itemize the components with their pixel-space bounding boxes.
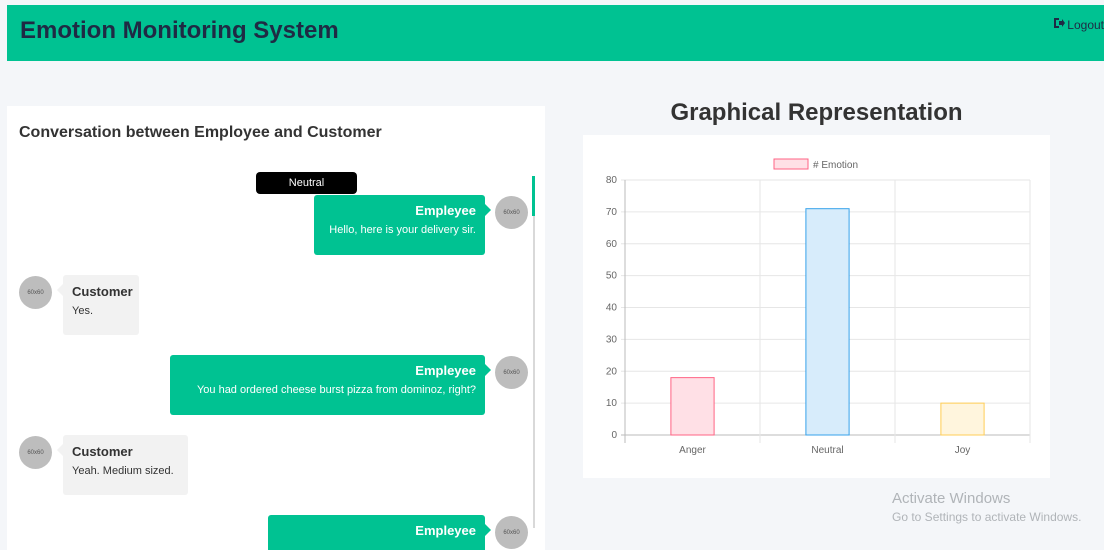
legend-swatch bbox=[773, 158, 809, 170]
bar bbox=[670, 377, 715, 436]
logout-icon bbox=[1053, 17, 1066, 32]
graph-heading: Graphical Representation bbox=[670, 99, 963, 126]
message-employee: Empleyee You had ordered cheese burst pi… bbox=[170, 355, 491, 415]
watermark-line1: Activate Windows bbox=[892, 490, 1011, 507]
avatar: 60x60 bbox=[495, 516, 528, 549]
bar bbox=[805, 208, 850, 436]
message-sender: Empleyee bbox=[415, 523, 476, 538]
y-tick-label: 50 bbox=[606, 271, 618, 282]
app-title: Emotion Monitoring System bbox=[20, 17, 339, 44]
activate-windows-watermark: Activate Windows Go to Settings to activ… bbox=[892, 490, 1081, 524]
legend-label: # Emotion bbox=[813, 160, 858, 171]
message-employee: Empleyee bbox=[268, 515, 491, 550]
bar bbox=[940, 402, 985, 436]
emotion-chart: 0 10 20 30 40 50 60 70 80 Anger Neutral Joy # Emotio… bbox=[583, 135, 1050, 478]
x-tick-label: Anger bbox=[679, 445, 706, 456]
message-text: Hello, here is your delivery sir. bbox=[329, 224, 476, 236]
message-sender: Empleyee bbox=[415, 363, 476, 378]
avatar: 60x60 bbox=[19, 436, 52, 469]
navbar: Emotion Monitoring System Logout bbox=[7, 5, 1104, 61]
message-employee: Empleyee Hello, here is your delivery si… bbox=[314, 195, 491, 255]
message-sender: Customer bbox=[72, 444, 133, 459]
y-tick-label: 40 bbox=[606, 303, 618, 314]
y-tick-label: 0 bbox=[611, 430, 617, 441]
avatar: 60x60 bbox=[495, 356, 528, 389]
y-tick-label: 70 bbox=[606, 207, 618, 218]
chat-scrollbar-track[interactable] bbox=[533, 176, 535, 528]
message-text: Yeah. Medium sized. bbox=[72, 465, 174, 477]
y-tick-label: 60 bbox=[606, 239, 618, 250]
logout-label: Logout bbox=[1067, 17, 1104, 32]
watermark-line2: Go to Settings to activate Windows. bbox=[892, 510, 1082, 524]
message-sender: Empleyee bbox=[415, 203, 476, 218]
x-tick-label: Joy bbox=[955, 445, 971, 456]
message-customer: Customer Yes. bbox=[57, 275, 139, 335]
message-sender: Customer bbox=[72, 284, 133, 299]
conversation-title: Conversation between Employee and Custom… bbox=[19, 124, 382, 141]
logout-button[interactable]: Logout bbox=[1053, 17, 1104, 32]
avatar: 60x60 bbox=[495, 196, 528, 229]
y-tick-label: 20 bbox=[606, 366, 618, 377]
y-tick-label: 10 bbox=[606, 398, 618, 409]
y-tick-label: 80 bbox=[606, 175, 618, 186]
message-text: Yes. bbox=[72, 305, 94, 317]
chat-scrollbar-thumb[interactable] bbox=[532, 176, 535, 216]
emotion-tag: Neutral bbox=[256, 172, 357, 194]
x-tick-label: Neutral bbox=[811, 445, 843, 456]
y-tick-label: 30 bbox=[606, 334, 618, 345]
message-text: You had ordered cheese burst pizza from … bbox=[196, 384, 476, 396]
conversation-panel: Conversation between Employee and Custom… bbox=[7, 106, 545, 550]
avatar: 60x60 bbox=[19, 276, 52, 309]
message-customer: Customer Yeah. Medium sized. bbox=[57, 435, 188, 495]
chart-svg: 0 10 20 30 40 50 60 70 80 Anger Neutral Joy # Emotio… bbox=[606, 158, 1031, 456]
